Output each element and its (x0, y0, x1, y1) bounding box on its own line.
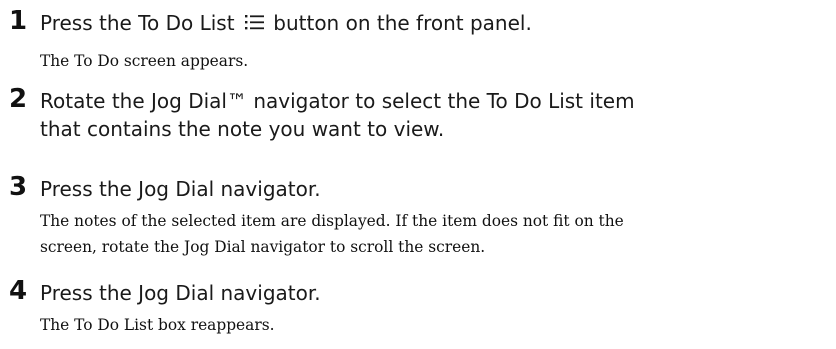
step-instruction: Rotate the Jog Dial™ navigator to select… (40, 87, 830, 143)
step-number: 4 (9, 276, 28, 306)
step-number: 2 (9, 84, 28, 114)
step-number: 3 (9, 172, 28, 202)
step-instruction: Press the Jog Dial navigator. (40, 177, 321, 201)
instruction-line: Rotate the Jog Dial™ navigator to select… (40, 89, 635, 113)
list-icon (244, 10, 265, 38)
step-result: The To Do List box reappears. (40, 316, 275, 334)
step-result-line: The notes of the selected item are displ… (40, 212, 624, 230)
instruction-text: button on the front panel. (266, 11, 532, 35)
step-result: The To Do screen appears. (40, 52, 249, 70)
step-instruction: Press the To Do List button on the front… (40, 9, 830, 38)
step-result-line: screen, rotate the Jog Dial navigator to… (40, 238, 486, 256)
procedure-steps: 1 Press the To Do List button on the fro… (0, 0, 836, 349)
instruction-text: Press the To Do List (40, 11, 241, 35)
instruction-line: that contains the note you want to view. (40, 117, 445, 141)
step-instruction: Press the Jog Dial navigator. (40, 281, 321, 305)
step-number: 1 (9, 6, 28, 36)
